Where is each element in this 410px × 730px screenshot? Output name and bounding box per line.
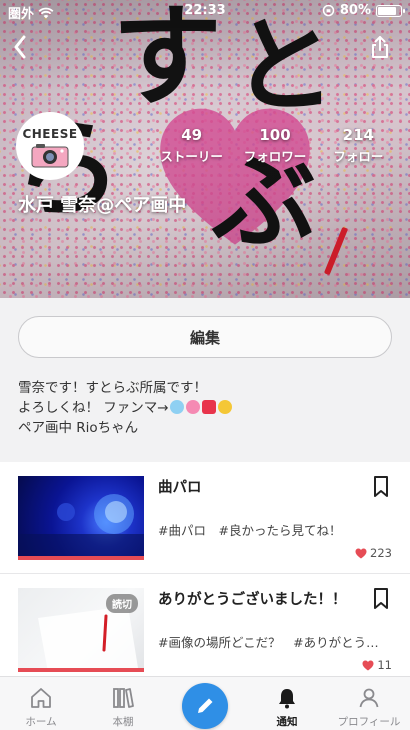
bio-line-text: よろしくね！ ファンマ→	[18, 400, 169, 416]
bookmark-button[interactable]	[370, 474, 392, 500]
story-tags[interactable]: #画像の場所どこだ？ #ありがとうご…	[158, 632, 388, 651]
like-count-value: 11	[377, 658, 392, 672]
share-icon	[372, 36, 388, 58]
bio-line: よろしくね！ ファンマ→	[18, 398, 233, 418]
bookmark-icon	[374, 588, 388, 609]
tab-profile[interactable]: プロフィール	[328, 677, 410, 730]
status-bar: 圏外 22:33 80%	[0, 0, 410, 22]
moon-emoji-icon	[217, 400, 232, 414]
profile-bio: 雪奈です！すとらぶ所属です！ よろしくね！ ファンマ→ ペア画中 Rioちゃん	[18, 378, 233, 438]
edit-profile-button[interactable]: 編集	[18, 316, 392, 358]
bell-icon	[279, 689, 295, 709]
bio-line: ペア画中 Rioちゃん	[18, 420, 139, 436]
battery-percent: 80%	[339, 3, 371, 18]
stat-value: 49	[181, 126, 203, 144]
camera-icon	[31, 144, 69, 168]
avatar-logo-text: CHEESE	[22, 127, 78, 141]
story-tags[interactable]: #曲パロ #良かったら見てね！	[158, 520, 388, 539]
stat-followers[interactable]: 100 フォロワー	[233, 126, 316, 165]
share-button[interactable]	[366, 32, 394, 62]
story-title: ありがとうございました！！	[158, 592, 347, 608]
profile-name: 水戸 雪奈@ペア画中	[18, 195, 187, 216]
like-count: 11	[362, 658, 392, 672]
tab-bookshelf[interactable]: 本棚	[82, 677, 164, 730]
bookmark-button[interactable]	[370, 586, 392, 612]
oneshot-badge: 読切	[106, 594, 138, 613]
story-item[interactable]: 読切 ありがとうございました！！ #画像の場所どこだ？ #ありがとうご… 11	[0, 574, 410, 686]
ribbon-emoji-icon	[201, 400, 216, 414]
chevron-left-icon	[14, 35, 26, 59]
pencil-icon	[198, 697, 214, 713]
bio-line: 雪奈です！すとらぶ所属です！	[18, 380, 207, 396]
stat-stories[interactable]: 49 ストーリー	[150, 126, 233, 165]
story-title: 曲パロ	[158, 480, 202, 496]
heart-icon	[355, 548, 367, 558]
battery-icon	[376, 4, 405, 17]
story-thumbnail	[18, 476, 144, 560]
bottom-tab-bar: ホーム 本棚 通知 プロフィール	[0, 676, 410, 730]
profile-body: 編集 雪奈です！すとらぶ所属です！ よろしくね！ ファンマ→ ペア画中 Rioち…	[0, 298, 410, 462]
jellyfish-illustration	[18, 494, 144, 560]
stat-label: フォロー	[333, 149, 384, 164]
home-icon	[31, 688, 51, 708]
profile-stats: 49 ストーリー 100 フォロワー 214 フォロー	[150, 126, 400, 165]
tab-notifications[interactable]: 通知	[246, 677, 328, 730]
stat-value: 100	[259, 126, 291, 144]
like-count: 223	[355, 546, 392, 560]
flower-emoji-icon	[185, 400, 200, 414]
tab-label: 本棚	[112, 716, 134, 728]
stat-following[interactable]: 214 フォロー	[317, 126, 400, 165]
write-story-button[interactable]	[182, 683, 228, 729]
tab-home[interactable]: ホーム	[0, 677, 82, 730]
orientation-lock-icon	[322, 4, 335, 17]
bookmark-icon	[374, 476, 388, 497]
stat-label: ストーリー	[160, 149, 223, 164]
snowflake-emoji-icon	[169, 400, 184, 414]
story-item[interactable]: 曲パロ #曲パロ #良かったら見てね！ 223	[0, 462, 410, 574]
tab-label: プロフィール	[337, 716, 401, 728]
story-thumbnail: 読切	[18, 588, 144, 672]
stat-label: フォロワー	[243, 149, 307, 164]
stat-value: 214	[342, 126, 374, 144]
tab-label: ホーム	[25, 716, 57, 728]
person-icon	[359, 688, 379, 708]
heart-icon	[362, 660, 374, 670]
bookshelf-icon	[113, 688, 134, 708]
avatar[interactable]: CHEESE	[16, 112, 84, 180]
back-button[interactable]	[6, 30, 34, 64]
tab-label: 通知	[276, 716, 298, 728]
like-count-value: 223	[370, 546, 392, 560]
